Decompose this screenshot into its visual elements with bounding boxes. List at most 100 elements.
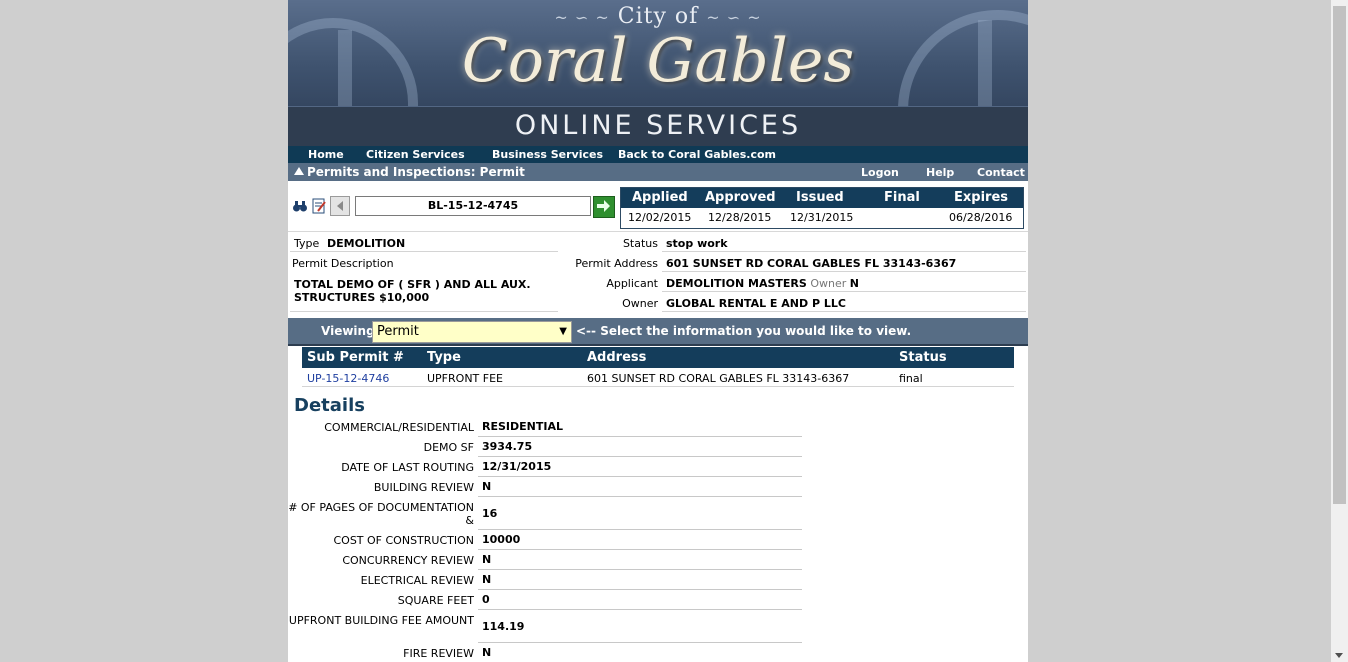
detail-label: COST OF CONSTRUCTION	[333, 534, 474, 547]
detail-label: ELECTRICAL REVIEW	[360, 574, 474, 587]
swirl-ornament-icon: ~ ∽ ~	[554, 8, 610, 27]
detail-value: 16	[482, 507, 498, 520]
status-value: stop work	[666, 237, 728, 250]
sub-permit-header-number: Sub Permit #	[307, 350, 404, 365]
detail-value: 12/31/2015	[482, 460, 552, 473]
owner-label: Owner	[622, 297, 658, 310]
applicant-value: DEMOLITION MASTERS	[666, 277, 807, 290]
viewing-select[interactable]: Permit ▼	[372, 321, 572, 343]
detail-label: # OF PAGES OF DOCUMENTATION &	[288, 501, 474, 527]
viewing-hint: <-- Select the information you would lik…	[576, 324, 912, 338]
divider	[662, 311, 1026, 312]
divider	[662, 271, 1026, 272]
detail-label: UPFRONT BUILDING FEE AMOUNT	[288, 614, 474, 627]
applicant-line: DEMOLITION MASTERS Owner N	[666, 277, 859, 290]
sub-permit-link[interactable]: UP-15-12-4746	[307, 372, 389, 385]
permit-number-input[interactable]	[355, 196, 591, 216]
divider	[478, 569, 802, 570]
detail-label: COMMERCIAL/RESIDENTIAL	[324, 421, 474, 434]
main-nav: Home Citizen Services Business Services …	[288, 146, 1028, 163]
applicant-label: Applicant	[606, 277, 658, 290]
date-issued: 12/31/2015	[790, 211, 854, 224]
logon-link[interactable]: Logon	[861, 166, 899, 179]
date-approved: 12/28/2015	[708, 211, 772, 224]
sub-permit-table-header: Sub Permit # Type Address Status	[302, 347, 1014, 368]
divider	[478, 642, 802, 643]
edit-note-icon[interactable]	[311, 198, 327, 214]
detail-value: 114.19	[482, 620, 525, 633]
divider	[478, 496, 802, 497]
viewing-bar: Viewing Permit ▼ <-- Select the informat…	[288, 318, 1028, 346]
contact-link[interactable]: Contact	[977, 166, 1025, 179]
detail-value: N	[482, 553, 492, 566]
banner-subtitle: ONLINE SERVICES	[514, 110, 802, 141]
date-header-issued: Issued	[796, 190, 844, 205]
nav-citizen-services[interactable]: Citizen Services	[366, 148, 465, 161]
page-scrollbar[interactable]	[1331, 0, 1348, 662]
detail-label: BUILDING REVIEW	[373, 481, 474, 494]
owner-value: GLOBAL RENTAL E AND P LLC	[666, 297, 846, 310]
page: ~ ∽ ~ City of ~ ∽ ~ Coral Gables ONLINE SE…	[288, 0, 1028, 662]
divider	[662, 291, 1026, 292]
detail-value: 3934.75	[482, 440, 533, 453]
divider	[478, 436, 802, 437]
date-header-approved: Approved	[705, 190, 776, 205]
detail-value: 0	[482, 593, 490, 606]
sub-permit-address: 601 SUNSET RD CORAL GABLES FL 33143-6367	[587, 372, 850, 385]
sub-permit-type: UPFRONT FEE	[427, 372, 503, 385]
collapse-triangle-icon	[294, 167, 304, 175]
binoculars-icon[interactable]	[292, 198, 308, 214]
date-expires: 06/28/2016	[949, 211, 1013, 224]
description-label: Permit Description	[292, 257, 394, 270]
permit-address-value: 601 SUNSET RD CORAL GABLES FL 33143-6367	[666, 257, 957, 270]
help-link[interactable]: Help	[926, 166, 954, 179]
applicant-owner-value: N	[849, 277, 859, 290]
divider	[290, 311, 558, 312]
banner-city-name: Coral Gables	[461, 26, 855, 96]
type-label: Type	[294, 237, 320, 250]
swirl-ornament-icon: ~ ∽ ~	[706, 8, 762, 27]
sub-permit-status: final	[899, 372, 923, 385]
type-value: DEMOLITION	[327, 237, 406, 250]
date-header-final: Final	[884, 190, 920, 205]
nav-back-to-site[interactable]: Back to Coral Gables.com	[618, 148, 776, 161]
nav-home[interactable]: Home	[308, 148, 344, 161]
permit-search-row: Applied Approved Issued Final Expires 12…	[288, 181, 1028, 232]
back-arrow-icon[interactable]	[330, 196, 350, 216]
divider	[478, 529, 802, 530]
nav-business-services[interactable]: Business Services	[492, 148, 603, 161]
date-applied: 12/02/2015	[628, 211, 692, 224]
applicant-owner-label: Owner	[810, 277, 847, 290]
permit-address-label: Permit Address	[575, 257, 658, 270]
sub-permit-header-address: Address	[587, 350, 647, 365]
go-arrow-icon	[597, 200, 610, 212]
dropdown-arrow-icon: ▼	[559, 326, 567, 337]
detail-label: DEMO SF	[423, 441, 474, 454]
detail-value: N	[482, 480, 492, 493]
detail-label: SQUARE FEET	[397, 594, 474, 607]
divider	[290, 251, 558, 252]
sub-permit-header-type: Type	[427, 350, 461, 365]
scroll-down-arrow-icon[interactable]	[1335, 653, 1343, 658]
divider	[478, 609, 802, 610]
details-title: Details	[294, 395, 365, 416]
viewing-label: Viewing	[321, 324, 375, 338]
permit-dates-table: Applied Approved Issued Final Expires 12…	[620, 187, 1024, 229]
divider	[478, 456, 802, 457]
detail-value: 10000	[482, 533, 521, 546]
dates-header: Applied Approved Issued Final Expires	[621, 188, 1023, 208]
scrollbar-thumb[interactable]	[1333, 6, 1346, 504]
divider	[478, 476, 802, 477]
divider	[478, 589, 802, 590]
description-value: TOTAL DEMO OF ( SFR ) AND ALL AUX. STRUC…	[294, 278, 531, 304]
go-button[interactable]	[593, 196, 615, 218]
breadcrumb-bar: Permits and Inspections: Permit Logon He…	[288, 163, 1028, 181]
status-label: Status	[622, 237, 658, 250]
detail-label: FIRE REVIEW	[403, 647, 474, 660]
detail-value: RESIDENTIAL	[482, 420, 563, 433]
site-banner[interactable]: ~ ∽ ~ City of ~ ∽ ~ Coral Gables ONLINE SE…	[288, 0, 1028, 146]
breadcrumb[interactable]: Permits and Inspections: Permit	[294, 165, 525, 179]
divider	[662, 251, 1026, 252]
detail-label: DATE OF LAST ROUTING	[341, 461, 474, 474]
date-header-applied: Applied	[632, 190, 688, 205]
